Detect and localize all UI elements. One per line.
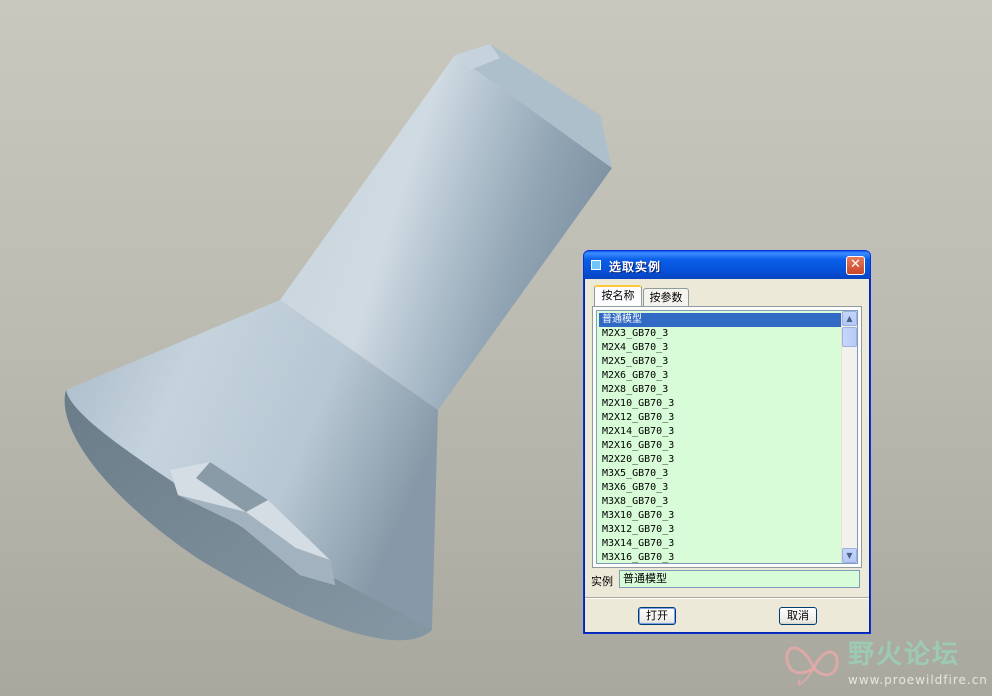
app-icon (591, 260, 601, 270)
tab-by-parameter[interactable]: 按参数 (643, 288, 689, 307)
chevron-down-icon: ▼ (846, 551, 853, 560)
scroll-up-button[interactable]: ▲ (842, 311, 857, 326)
list-item[interactable]: M3X8_GB70_3 (599, 495, 843, 509)
list-item[interactable]: M2X6_GB70_3 (599, 369, 843, 383)
list-scrollbar[interactable]: ▲ ▼ (841, 311, 857, 563)
instance-field[interactable]: 普通模型 (619, 570, 860, 588)
tab-panel: 普通模型 M2X3_GB70_3 M2X4_GB70_3 M2X5_GB70_3 M2X… (592, 306, 862, 568)
tab-by-name[interactable]: 按名称 (594, 285, 642, 306)
list-item[interactable]: M3X10_GB70_3 (599, 509, 843, 523)
divider (585, 597, 869, 599)
watermark-url: www.proewildfire.cn (848, 673, 988, 687)
tab-label: 按名称 (601, 289, 635, 302)
chevron-up-icon: ▲ (846, 314, 853, 323)
list-item[interactable]: M3X6_GB70_3 (599, 481, 843, 495)
dialog-title: 选取实例 (609, 260, 662, 274)
select-instance-dialog: 选取实例 ✕ 按名称 按参数 普通模型 M2X3_GB70_3 M2X4_GB70_… (583, 250, 871, 634)
list-item[interactable]: 普通模型 (599, 313, 843, 327)
scroll-thumb[interactable] (842, 327, 857, 347)
list-item[interactable]: M2X14_GB70_3 (599, 425, 843, 439)
open-button[interactable]: 打开 (638, 607, 676, 625)
list-item[interactable]: M2X4_GB70_3 (599, 341, 843, 355)
scroll-down-button[interactable]: ▼ (842, 548, 857, 563)
tab-label: 按参数 (649, 291, 683, 304)
close-button[interactable]: ✕ (846, 256, 865, 275)
list-item[interactable]: M3X16_GB70_3 (599, 551, 843, 563)
list-item[interactable]: M2X16_GB70_3 (599, 439, 843, 453)
butterfly-logo-icon (785, 646, 839, 686)
list-item[interactable]: M2X10_GB70_3 (599, 397, 843, 411)
list-item[interactable]: M3X12_GB70_3 (599, 523, 843, 537)
list-item[interactable]: M3X5_GB70_3 (599, 467, 843, 481)
list-item[interactable]: M2X12_GB70_3 (599, 411, 843, 425)
watermark-text: 野火论坛 (848, 640, 961, 670)
list-item[interactable]: M2X20_GB70_3 (599, 453, 843, 467)
list-item[interactable]: M3X14_GB70_3 (599, 537, 843, 551)
instance-label: 实例 (591, 575, 613, 588)
list-item[interactable]: M2X3_GB70_3 (599, 327, 843, 341)
close-icon: ✕ (850, 257, 861, 272)
list-item[interactable]: M2X5_GB70_3 (599, 355, 843, 369)
list-item[interactable]: M2X8_GB70_3 (599, 383, 843, 397)
cancel-button[interactable]: 取消 (779, 607, 817, 625)
dialog-titlebar[interactable]: 选取实例 ✕ (584, 251, 870, 279)
instance-list[interactable]: 普通模型 M2X3_GB70_3 M2X4_GB70_3 M2X5_GB70_3 M2X… (596, 310, 858, 564)
